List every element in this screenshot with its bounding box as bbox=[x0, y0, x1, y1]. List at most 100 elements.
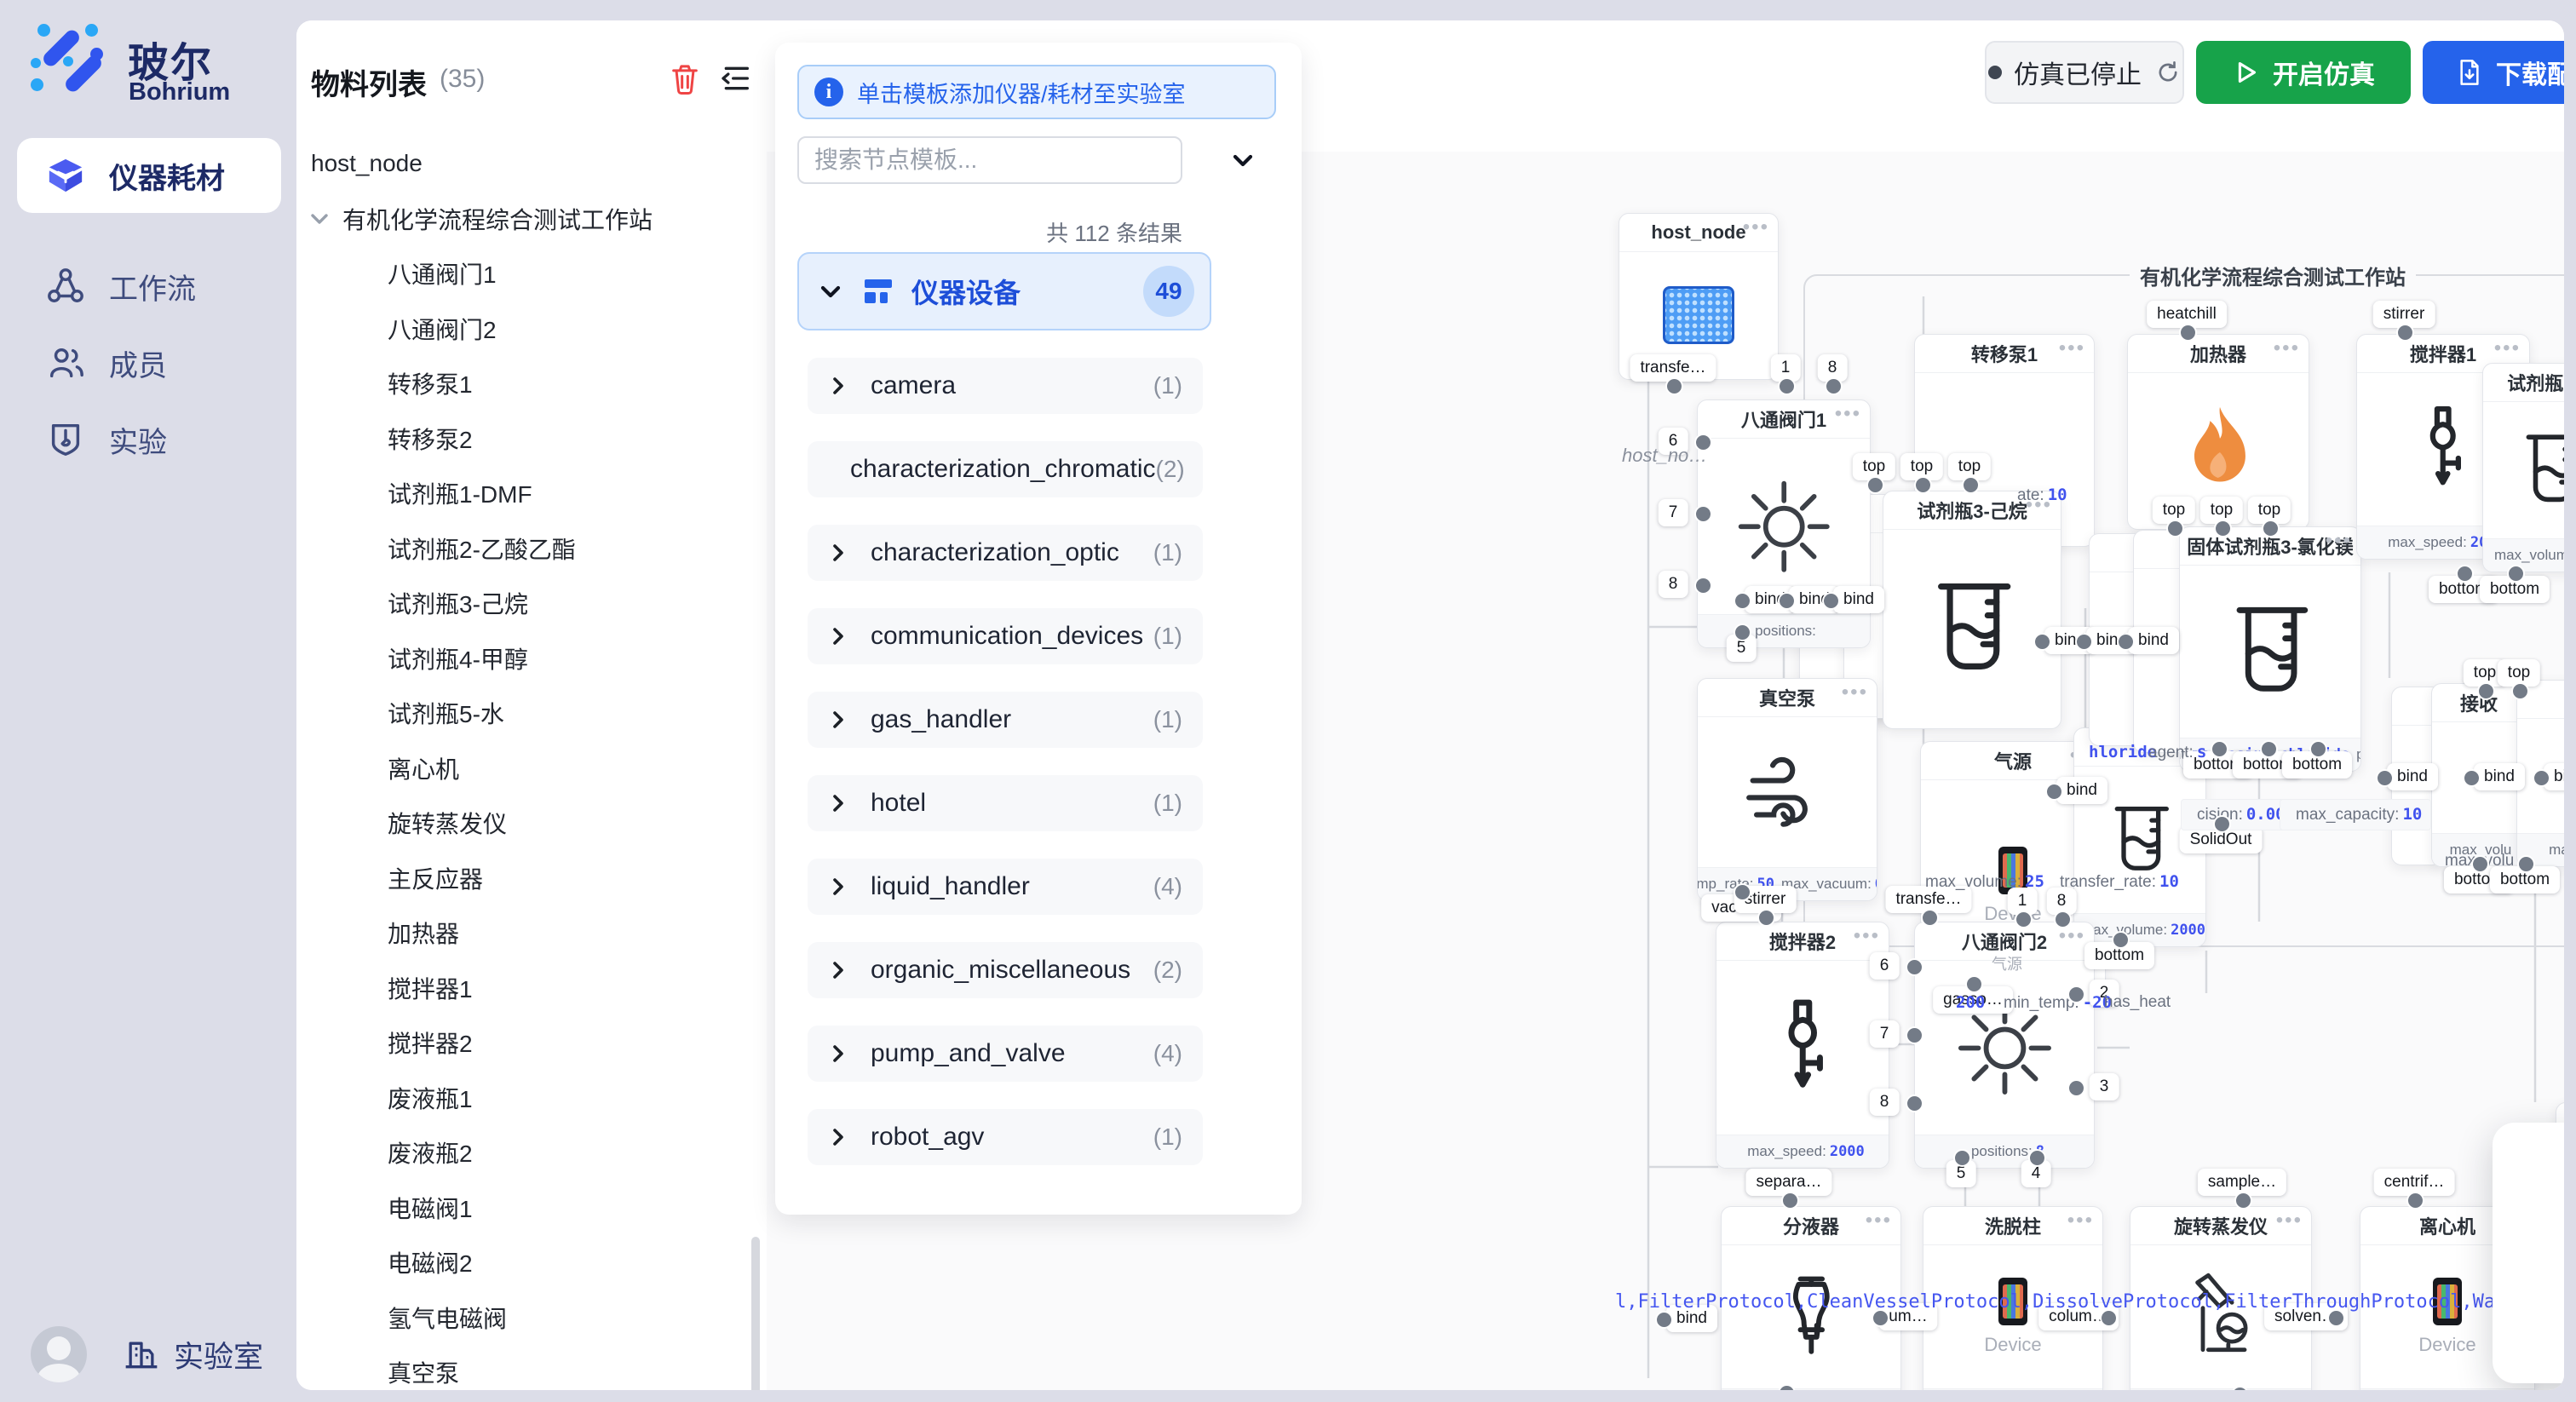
port-chip-7[interactable]: 7 bbox=[1659, 499, 1688, 526]
port-dot[interactable] bbox=[2117, 633, 2135, 651]
category-characterization_chromatic[interactable]: characterization_chromatic(2) bbox=[808, 441, 1203, 497]
node-menu-icon[interactable]: ••• bbox=[1842, 681, 1868, 704]
port-chip-3[interactable]: 3 bbox=[2090, 1073, 2119, 1100]
chevron-down-icon[interactable] bbox=[308, 208, 331, 230]
port-dot[interactable] bbox=[2456, 565, 2474, 583]
tree-item[interactable]: 电磁阀2 bbox=[388, 1244, 473, 1281]
port-dot[interactable] bbox=[2179, 324, 2197, 342]
port-dot[interactable] bbox=[2067, 985, 2085, 1003]
search-input[interactable] bbox=[797, 136, 1182, 184]
port-dot[interactable] bbox=[2213, 815, 2231, 833]
port-dot[interactable] bbox=[1965, 975, 1983, 993]
category-communication_devices[interactable]: communication_devices(1) bbox=[808, 608, 1203, 664]
port-dot[interactable] bbox=[1953, 1149, 1971, 1167]
port-dot[interactable] bbox=[2214, 520, 2232, 537]
tree-item[interactable]: 转移泵1 bbox=[388, 365, 473, 402]
tree-item[interactable]: 试剂瓶5-水 bbox=[388, 694, 504, 732]
port-dot[interactable] bbox=[1778, 592, 1796, 610]
avatar[interactable] bbox=[31, 1326, 87, 1382]
port-dot[interactable] bbox=[1757, 909, 1775, 927]
port-dot[interactable] bbox=[2471, 855, 2489, 873]
port-dot[interactable] bbox=[2533, 769, 2550, 787]
port-dot[interactable] bbox=[1655, 1311, 1673, 1329]
node-固体试剂瓶3-氯化镁[interactable]: 固体试剂瓶3-氯化镁•••gent:magnesium_chloridephys bbox=[2179, 526, 2361, 772]
tree-item[interactable]: 废液瓶2 bbox=[388, 1134, 473, 1171]
port-dot[interactable] bbox=[2211, 740, 2228, 758]
port-dot[interactable] bbox=[2477, 682, 2495, 700]
port-dot[interactable] bbox=[2396, 324, 2414, 342]
tree-item[interactable]: 离心机 bbox=[388, 750, 459, 787]
node-试剂瓶3-己烷[interactable]: 试剂瓶3-己烷••• bbox=[1883, 491, 2061, 729]
tree-item[interactable]: 八通阀门1 bbox=[388, 255, 497, 292]
category-robot_agv[interactable]: robot_agv(1) bbox=[808, 1109, 1203, 1165]
node-真空泵[interactable]: 真空泵•••pump_rate:50max_vacuum:0.1 bbox=[1697, 678, 1877, 901]
port-dot[interactable] bbox=[1906, 958, 1923, 976]
port-chip-6[interactable]: 6 bbox=[1870, 952, 1900, 980]
port-dot[interactable] bbox=[2260, 740, 2278, 758]
port-dot[interactable] bbox=[2327, 1309, 2345, 1327]
tree-item[interactable]: 有机化学流程综合测试工作站 bbox=[308, 200, 653, 238]
port-dot[interactable] bbox=[1694, 505, 1712, 523]
port-dot[interactable] bbox=[2166, 520, 2184, 537]
port-dot[interactable] bbox=[2507, 565, 2525, 583]
tree-item[interactable]: 试剂瓶3-己烷 bbox=[388, 584, 528, 622]
port-chip-bind[interactable]: bind bbox=[2128, 627, 2179, 654]
port-dot[interactable] bbox=[1914, 476, 1932, 494]
port-dot[interactable] bbox=[2054, 911, 2072, 928]
port-dot[interactable] bbox=[2100, 1309, 2118, 1327]
port-dot[interactable] bbox=[2067, 1079, 2085, 1097]
tree-item[interactable]: 主反应器 bbox=[388, 859, 483, 897]
sidebar-footer[interactable]: 实验室 bbox=[31, 1320, 286, 1388]
port-dot[interactable] bbox=[2045, 783, 2063, 801]
node-menu-icon[interactable]: ••• bbox=[2276, 1209, 2303, 1232]
port-dot[interactable] bbox=[1665, 377, 1683, 395]
port-dot[interactable] bbox=[1825, 377, 1843, 395]
port-dot[interactable] bbox=[1822, 592, 1840, 610]
port-dot[interactable] bbox=[2309, 740, 2327, 758]
node-搅拌器2[interactable]: 搅拌器2•••max_speed:2000 bbox=[1716, 922, 1889, 1169]
node-menu-icon[interactable]: ••• bbox=[1866, 1209, 1892, 1232]
node-menu-icon[interactable]: ••• bbox=[2326, 529, 2352, 553]
category-gas_handler[interactable]: gas_handler(1) bbox=[808, 692, 1203, 748]
port-dot[interactable] bbox=[2517, 855, 2535, 873]
collapse-panel-icon[interactable] bbox=[719, 61, 753, 95]
port-dot[interactable] bbox=[2234, 1192, 2252, 1210]
port-dot[interactable] bbox=[1734, 883, 1751, 901]
port-chip-7[interactable]: 7 bbox=[1870, 1020, 1900, 1048]
node-menu-icon[interactable]: ••• bbox=[2274, 336, 2300, 360]
node-menu-icon[interactable]: ••• bbox=[2059, 336, 2085, 360]
port-dot[interactable] bbox=[2463, 769, 2481, 787]
node-menu-icon[interactable]: ••• bbox=[1835, 402, 1861, 426]
port-dot[interactable] bbox=[1781, 1192, 1799, 1210]
download-config-button[interactable]: 下载配置 bbox=[2423, 41, 2564, 104]
tree-item[interactable]: host_node bbox=[311, 145, 423, 182]
port-chip-bind[interactable]: bind bbox=[2387, 763, 2438, 790]
port-dot[interactable] bbox=[2015, 911, 2033, 928]
tree-item[interactable]: 电磁阀1 bbox=[388, 1189, 473, 1227]
sidebar-item-1[interactable]: 仪器耗材 bbox=[17, 138, 281, 213]
refresh-icon[interactable] bbox=[2155, 60, 2181, 85]
tree-item[interactable]: 试剂瓶1-DMF bbox=[388, 474, 532, 512]
tree-item[interactable]: 试剂瓶2-乙酸乙酯 bbox=[388, 530, 576, 567]
port-dot[interactable] bbox=[1734, 623, 1751, 641]
port-dot[interactable] bbox=[1906, 1026, 1923, 1044]
delete-icon[interactable] bbox=[668, 61, 702, 95]
category-camera[interactable]: camera(1) bbox=[808, 358, 1203, 414]
category-liquid_handler[interactable]: liquid_handler(4) bbox=[808, 859, 1203, 915]
sidebar-item-2[interactable]: 工作流 bbox=[17, 249, 281, 324]
port-chip-bind[interactable]: bind bbox=[2474, 763, 2525, 790]
category-hotel[interactable]: hotel(1) bbox=[808, 775, 1203, 831]
materials-scrollbar[interactable] bbox=[751, 1237, 760, 1390]
node-试剂瓶5-水[interactable]: 试剂瓶5-水max_volume:1000 bbox=[2482, 363, 2564, 572]
tree-item[interactable]: 搅拌器1 bbox=[388, 969, 473, 1007]
sidebar-item-3[interactable]: 成员 bbox=[17, 325, 281, 400]
node-menu-icon[interactable]: ••• bbox=[1743, 215, 1769, 239]
tree-item[interactable]: 旋转蒸发仪 bbox=[388, 804, 507, 842]
category-pump_and_valve[interactable]: pump_and_valve(4) bbox=[808, 1026, 1203, 1082]
tree-item[interactable]: 废液瓶1 bbox=[388, 1079, 473, 1117]
category-organic_miscellaneous[interactable]: organic_miscellaneous(2) bbox=[808, 942, 1203, 998]
start-simulation-button[interactable]: 开启仿真 bbox=[2196, 41, 2411, 104]
port-dot[interactable] bbox=[1906, 1095, 1923, 1112]
port-dot[interactable] bbox=[1872, 1309, 1889, 1327]
port-dot[interactable] bbox=[2376, 769, 2394, 787]
